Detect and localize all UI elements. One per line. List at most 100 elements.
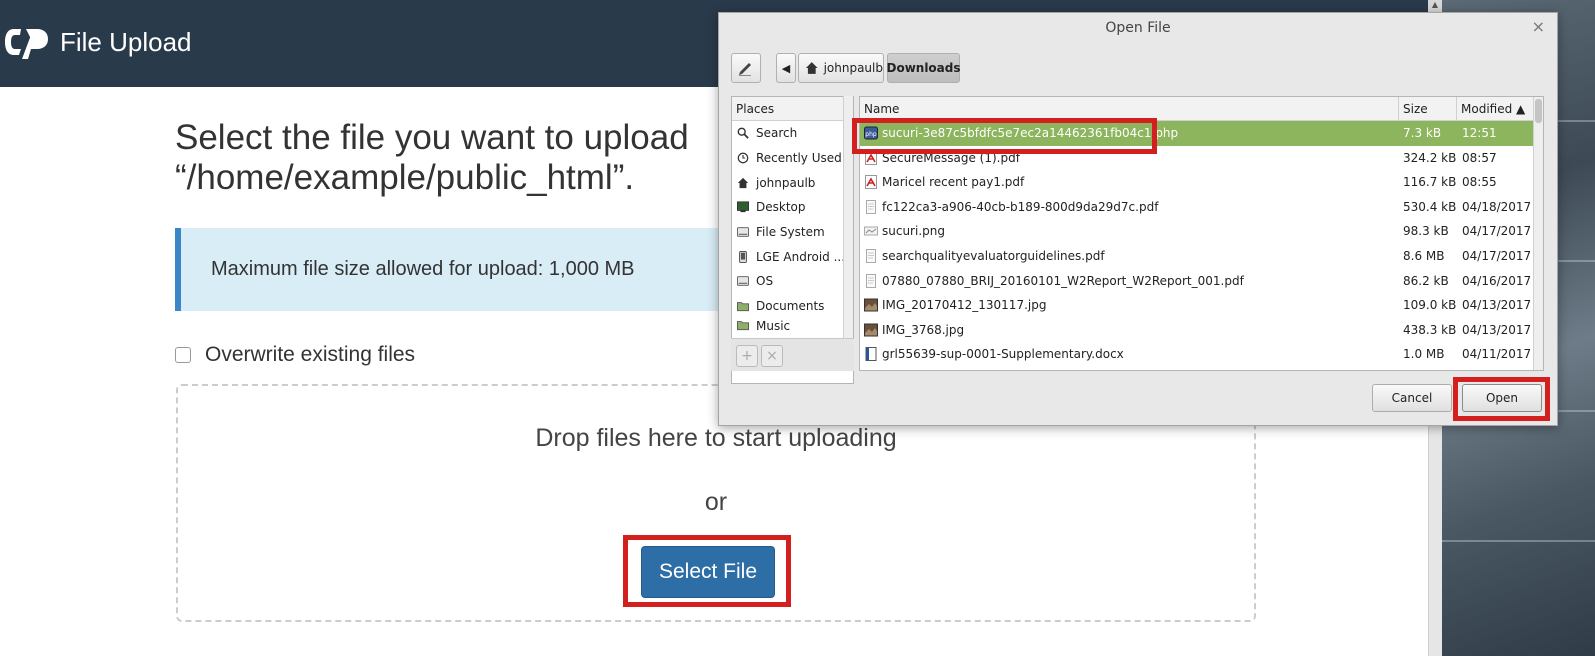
place-documents[interactable]: Documents (732, 294, 853, 319)
place-label: Documents (756, 299, 825, 314)
file-name: IMG_3768.jpg (882, 322, 965, 337)
open-button[interactable]: Open (1462, 384, 1542, 412)
file-modified: 12:51 (1462, 126, 1497, 140)
column-modified[interactable]: Modified ▲ (1457, 97, 1535, 121)
place-home[interactable]: johnpaulb (732, 170, 853, 195)
place-search[interactable]: Search (732, 121, 853, 146)
file-row[interactable]: fc122ca3-a906-40cb-b189-800d9da29d7c.pdf… (860, 195, 1535, 220)
clock-icon (737, 152, 749, 164)
column-name[interactable]: Name (860, 97, 1399, 121)
max-size-notice: Maximum file size allowed for upload: 1,… (175, 228, 735, 311)
file-modified: 04/13/2017 (1462, 298, 1532, 313)
breadcrumb-downloads[interactable]: Downloads (886, 53, 961, 83)
place-music[interactable]: Music (732, 319, 853, 333)
dialog-title: Open File (1105, 20, 1171, 36)
cancel-button[interactable]: Cancel (1372, 384, 1452, 412)
file-size: 8.6 MB (1403, 249, 1445, 263)
file-size: 438.3 kB (1403, 322, 1457, 337)
file-name: 07880_07880_BRIJ_20160101_W2Report_W2Rep… (882, 273, 1244, 288)
places-toolbar: + × (731, 338, 854, 371)
generic-file-icon (866, 273, 876, 288)
file-list: Name Size Modified ▲ php sucuri-3e87c5bfd… (859, 96, 1544, 371)
file-name: sucuri-3e87c5bfdfc5e7ec2a14462361fb04c1.… (882, 126, 1179, 140)
file-modified: 08:55 (1462, 175, 1497, 190)
file-size: 109.0 kB (1403, 298, 1457, 313)
place-lge-android[interactable]: LGE Android ... (732, 244, 853, 269)
breadcrumb-downloads-label: Downloads (886, 61, 961, 75)
open-file-dialog: Open File × ◀ johnpaulb Downloads Places… (718, 12, 1558, 426)
place-label: Search (756, 126, 798, 141)
places-scrollbar[interactable] (843, 96, 853, 346)
generic-file-icon (866, 249, 876, 263)
drive-icon (737, 276, 749, 287)
file-row[interactable]: 07880_07880_BRIJ_20160101_W2Report_W2Rep… (860, 269, 1535, 294)
column-size[interactable]: Size (1399, 97, 1457, 121)
file-name: searchqualityevaluatorguidelines.pdf (882, 249, 1105, 263)
file-name: Maricel recent pay1.pdf (882, 175, 1025, 190)
overwrite-option[interactable]: Overwrite existing files (175, 343, 415, 367)
photo-file-icon (864, 298, 878, 312)
folder-icon (737, 302, 749, 312)
file-modified: 08:57 (1462, 150, 1497, 165)
pdf-file-icon (865, 150, 877, 165)
select-file-button[interactable]: Select File (641, 546, 775, 598)
image-file-icon (864, 226, 878, 236)
pencil-icon (739, 63, 751, 76)
file-size: 86.2 kB (1403, 273, 1449, 288)
file-row[interactable]: SecureMessage (1).pdf 324.2 kB 08:57 (860, 146, 1535, 171)
photo-file-icon (864, 323, 878, 337)
breadcrumb-home[interactable]: johnpaulb (798, 53, 884, 83)
drop-text: Drop files here to start uploading (535, 424, 897, 452)
file-list-scrollbar[interactable] (1533, 97, 1543, 370)
background-wave (1442, 540, 1595, 542)
desktop-icon (737, 201, 749, 213)
place-label: File System (756, 225, 825, 240)
or-text: or (704, 488, 728, 516)
cpanel-logo-icon (5, 29, 48, 59)
close-icon[interactable]: × (1532, 17, 1545, 36)
place-os[interactable]: OS (732, 269, 853, 294)
phone-icon (739, 250, 747, 263)
file-row[interactable]: Maricel recent pay1.pdf 116.7 kB 08:55 (860, 170, 1535, 195)
file-list-scroll-thumb[interactable] (1535, 99, 1542, 123)
place-recently-used[interactable]: Recently Used (732, 146, 853, 171)
drive-icon (737, 227, 749, 237)
file-name: sucuri.png (882, 224, 945, 239)
file-list-header: Name Size Modified ▲ (860, 97, 1535, 121)
file-name: IMG_20170412_130117.jpg (882, 298, 1047, 313)
file-row[interactable]: IMG_3768.jpg 438.3 kB 04/13/2017 (860, 318, 1535, 343)
place-label: Music (756, 318, 791, 333)
file-size: 530.4 kB (1403, 199, 1457, 214)
generic-file-icon (866, 199, 876, 214)
file-row[interactable]: searchqualityevaluatorguidelines.pdf 8.6 … (860, 244, 1535, 269)
place-label: OS (756, 274, 774, 289)
file-name: SecureMessage (1).pdf (882, 150, 1020, 165)
max-size-text: Maximum file size allowed for upload: 1,… (211, 258, 635, 280)
home-icon (805, 62, 818, 74)
doc-file-icon (865, 347, 877, 362)
home-icon (737, 177, 749, 188)
file-name: fc122ca3-a906-40cb-b189-800d9da29d7c.pdf (882, 199, 1159, 214)
remove-place-button[interactable]: × (761, 345, 783, 367)
file-row[interactable]: IMG_20170412_130117.jpg 109.0 kB 04/13/201… (860, 293, 1535, 318)
file-row-selected[interactable]: php sucuri-3e87c5bfdfc5e7ec2a14462361fb04… (860, 121, 1535, 146)
add-place-button[interactable]: + (736, 345, 758, 367)
edit-location-button[interactable] (731, 53, 761, 83)
overwrite-label[interactable]: Overwrite existing files (205, 343, 415, 367)
file-row[interactable]: sucuri.png 98.3 kB 04/17/2017 (860, 219, 1535, 244)
page-title: File Upload (60, 27, 192, 57)
file-modified: 04/18/2017 (1462, 199, 1532, 214)
folder-icon (737, 320, 749, 330)
file-row[interactable]: grl55639-sup-0001-Supplementary.docx 1.0 … (860, 342, 1535, 367)
breadcrumb-home-label: johnpaulb (823, 61, 883, 75)
place-label: Desktop (756, 200, 806, 215)
overwrite-checkbox[interactable] (175, 347, 191, 363)
place-desktop[interactable]: Desktop (732, 195, 853, 220)
file-name: grl55639-sup-0001-Supplementary.docx (882, 347, 1124, 362)
file-size: 1.0 MB (1403, 347, 1445, 362)
file-size: 98.3 kB (1403, 224, 1449, 239)
file-modified: 04/13/2017 (1462, 322, 1532, 337)
place-file-system[interactable]: File System (732, 220, 853, 245)
file-size: 7.3 kB (1403, 126, 1442, 140)
path-back-button[interactable]: ◀ (776, 53, 796, 83)
